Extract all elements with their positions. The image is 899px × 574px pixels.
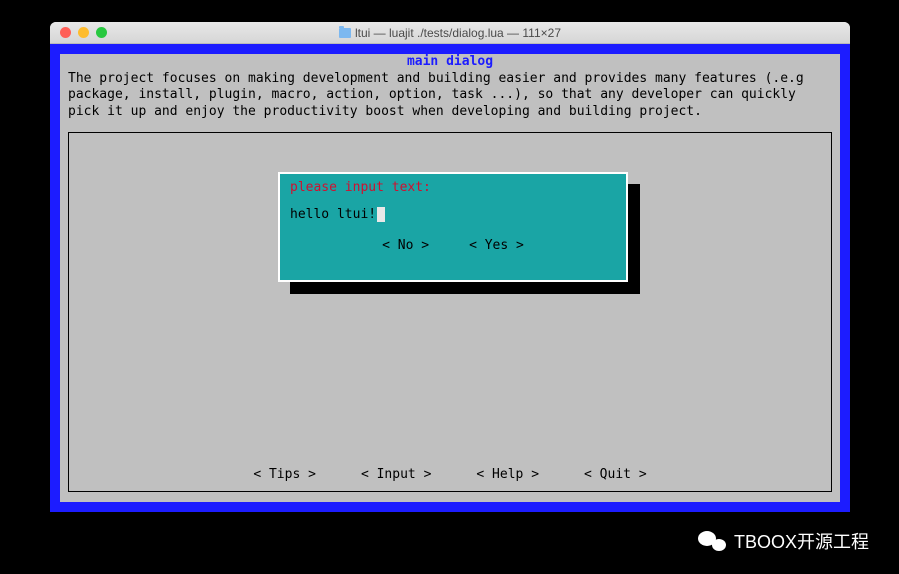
input-field[interactable]: hello ltui! [290,207,616,222]
no-button[interactable]: < No > [382,238,429,253]
input-value: hello ltui! [290,207,376,222]
main-dialog-title: main dialog [68,54,832,69]
input-prompt: please input text: [290,180,616,195]
help-button[interactable]: < Help > [476,467,539,482]
main-dialog: main dialog The project focuses on makin… [60,54,840,502]
window-title: ltui — luajit ./tests/dialog.lua — 111×2… [50,26,850,40]
main-dialog-description: The project focuses on making developmen… [68,71,832,120]
terminal-body: main dialog The project focuses on makin… [50,44,850,512]
maximize-icon[interactable] [96,27,107,38]
input-dialog: please input text: hello ltui! < No > < … [278,172,628,282]
minimize-icon[interactable] [78,27,89,38]
quit-button[interactable]: < Quit > [584,467,647,482]
titlebar: ltui — luajit ./tests/dialog.lua — 111×2… [50,22,850,44]
close-icon[interactable] [60,27,71,38]
yes-button[interactable]: < Yes > [469,238,524,253]
input-button[interactable]: < Input > [361,467,431,482]
input-dialog-buttons: < No > < Yes > [290,238,616,253]
cursor-icon [377,207,385,222]
wechat-icon [698,529,726,553]
bottom-button-bar: < Tips > < Input > < Help > < Quit > [60,467,840,482]
traffic-lights [60,27,107,38]
terminal-window: ltui — luajit ./tests/dialog.lua — 111×2… [50,22,850,512]
folder-icon [339,28,351,38]
watermark-text: TBOOX开源工程 [734,528,869,554]
window-title-text: ltui — luajit ./tests/dialog.lua — 111×2… [355,26,561,40]
tips-button[interactable]: < Tips > [253,467,316,482]
watermark: TBOOX开源工程 [698,528,869,554]
